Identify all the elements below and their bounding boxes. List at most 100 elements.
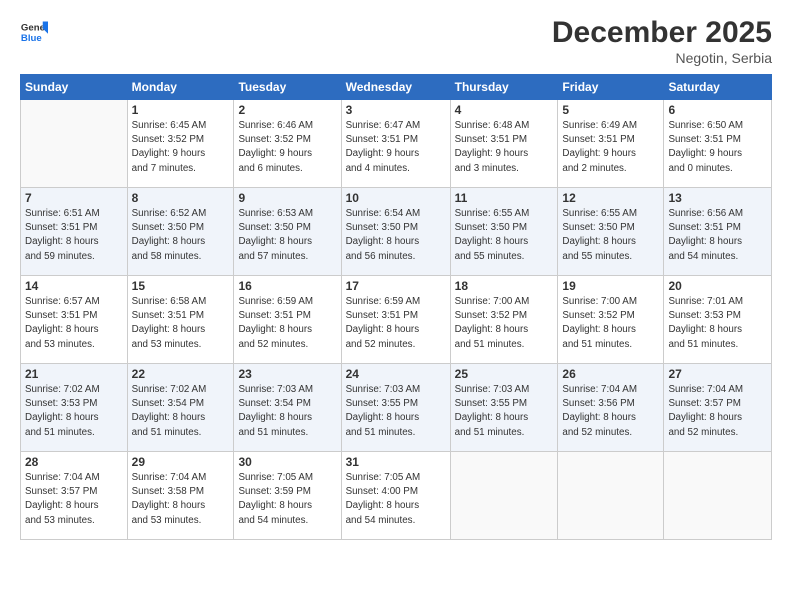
day-info: Sunrise: 6:55 AMSunset: 3:50 PMDaylight:… bbox=[455, 207, 554, 264]
table-row bbox=[558, 452, 664, 540]
day-info-line: and 0 minutes. bbox=[668, 163, 732, 174]
day-info-line: Daylight: 8 hours bbox=[562, 412, 636, 423]
day-info-line: Daylight: 9 hours bbox=[346, 148, 420, 159]
day-info-line: Sunrise: 7:03 AM bbox=[455, 384, 530, 395]
day-info-line: Sunrise: 7:04 AM bbox=[562, 384, 637, 395]
day-number: 5 bbox=[562, 103, 659, 117]
table-row: 21Sunrise: 7:02 AMSunset: 3:53 PMDayligh… bbox=[21, 364, 128, 452]
day-info-line: Sunset: 3:55 PM bbox=[455, 398, 527, 409]
table-row bbox=[21, 100, 128, 188]
calendar-week-row: 14Sunrise: 6:57 AMSunset: 3:51 PMDayligh… bbox=[21, 276, 772, 364]
day-info-line: Daylight: 9 hours bbox=[238, 148, 312, 159]
day-number: 26 bbox=[562, 367, 659, 381]
day-info-line: and 52 minutes. bbox=[346, 339, 416, 350]
table-row: 31 Sunrise: 7:05 AMSunset: 4:00 PMDayligh… bbox=[341, 452, 450, 540]
day-info: Sunrise: 6:45 AMSunset: 3:52 PMDaylight:… bbox=[132, 119, 230, 176]
day-info-line: Sunset: 3:54 PM bbox=[132, 398, 204, 409]
calendar-week-row: 28 Sunrise: 7:04 AMSunset: 3:57 PMDayligh… bbox=[21, 452, 772, 540]
table-row: 18Sunrise: 7:00 AMSunset: 3:52 PMDayligh… bbox=[450, 276, 558, 364]
day-info: Sunrise: 7:05 AMSunset: 4:00 PMDaylight:… bbox=[346, 471, 446, 528]
day-info-line: and 51 minutes. bbox=[455, 427, 525, 438]
table-row: 2Sunrise: 6:46 AMSunset: 3:52 PMDaylight… bbox=[234, 100, 341, 188]
day-info-line: Sunrise: 7:05 AM bbox=[346, 472, 421, 483]
day-info-line: Sunrise: 6:46 AM bbox=[238, 120, 313, 131]
day-info-line: and 52 minutes. bbox=[238, 339, 308, 350]
day-info: Sunrise: 7:01 AMSunset: 3:53 PMDaylight:… bbox=[668, 295, 767, 352]
day-info-line: and 3 minutes. bbox=[455, 163, 519, 174]
day-info: Sunrise: 7:04 AMSunset: 3:56 PMDaylight:… bbox=[562, 383, 659, 440]
day-info-line: Sunset: 3:53 PM bbox=[668, 310, 740, 321]
header-row: Sunday Monday Tuesday Wednesday Thursday… bbox=[21, 75, 772, 100]
day-info: Sunrise: 7:02 AMSunset: 3:54 PMDaylight:… bbox=[132, 383, 230, 440]
day-info-line: Sunrise: 6:50 AM bbox=[668, 120, 743, 131]
day-info: Sunrise: 6:50 AMSunset: 3:51 PMDaylight:… bbox=[668, 119, 767, 176]
day-info-line: Daylight: 8 hours bbox=[25, 236, 99, 247]
day-info-line: Sunset: 3:51 PM bbox=[455, 134, 527, 145]
svg-text:Blue: Blue bbox=[21, 33, 42, 44]
day-info-line: and 52 minutes. bbox=[668, 427, 738, 438]
day-info-line: Sunset: 3:57 PM bbox=[668, 398, 740, 409]
table-row: 22Sunrise: 7:02 AMSunset: 3:54 PMDayligh… bbox=[127, 364, 234, 452]
day-number: 21 bbox=[25, 367, 123, 381]
table-row: 8Sunrise: 6:52 AMSunset: 3:50 PMDaylight… bbox=[127, 188, 234, 276]
logo-icon: General Blue bbox=[20, 18, 48, 46]
day-info-line: and 58 minutes. bbox=[132, 251, 202, 262]
day-info: Sunrise: 6:54 AMSunset: 3:50 PMDaylight:… bbox=[346, 207, 446, 264]
table-row: 16 Sunrise: 6:59 AMSunset: 3:51 PMDayligh… bbox=[234, 276, 341, 364]
day-info-line: Sunrise: 7:04 AM bbox=[132, 472, 207, 483]
table-row: 20 Sunrise: 7:01 AMSunset: 3:53 PMDayligh… bbox=[664, 276, 772, 364]
table-row: 1Sunrise: 6:45 AMSunset: 3:52 PMDaylight… bbox=[127, 100, 234, 188]
day-info: Sunrise: 7:00 AMSunset: 3:52 PMDaylight:… bbox=[562, 295, 659, 352]
day-info: Sunrise: 7:05 AMSunset: 3:59 PMDaylight:… bbox=[238, 471, 336, 528]
day-number: 31 bbox=[346, 455, 446, 469]
day-info-line: and 54 minutes. bbox=[346, 515, 416, 526]
day-info-line: Sunrise: 6:52 AM bbox=[132, 208, 207, 219]
day-info-line: Daylight: 9 hours bbox=[455, 148, 529, 159]
day-info-line: Sunrise: 6:49 AM bbox=[562, 120, 637, 131]
day-info-line: Sunrise: 6:53 AM bbox=[238, 208, 313, 219]
col-thursday: Thursday bbox=[450, 75, 558, 100]
day-number: 15 bbox=[132, 279, 230, 293]
day-info: Sunrise: 7:04 AMSunset: 3:57 PMDaylight:… bbox=[25, 471, 123, 528]
day-info-line: Daylight: 9 hours bbox=[562, 148, 636, 159]
day-info-line: Sunset: 3:51 PM bbox=[25, 310, 97, 321]
day-info-line: Sunrise: 6:56 AM bbox=[668, 208, 743, 219]
table-row: 9Sunrise: 6:53 AMSunset: 3:50 PMDaylight… bbox=[234, 188, 341, 276]
day-info-line: Sunset: 3:50 PM bbox=[346, 222, 418, 233]
day-info-line: Sunset: 3:52 PM bbox=[562, 310, 634, 321]
day-number: 16 bbox=[238, 279, 336, 293]
day-info-line: and 53 minutes. bbox=[25, 515, 95, 526]
table-row: 14Sunrise: 6:57 AMSunset: 3:51 PMDayligh… bbox=[21, 276, 128, 364]
day-number: 28 bbox=[25, 455, 123, 469]
day-info-line: Daylight: 8 hours bbox=[25, 412, 99, 423]
day-info-line: Daylight: 8 hours bbox=[238, 236, 312, 247]
day-info: Sunrise: 6:58 AMSunset: 3:51 PMDaylight:… bbox=[132, 295, 230, 352]
day-info-line: Daylight: 8 hours bbox=[238, 500, 312, 511]
day-info-line: Daylight: 8 hours bbox=[455, 236, 529, 247]
day-info: Sunrise: 7:03 AMSunset: 3:55 PMDaylight:… bbox=[346, 383, 446, 440]
day-info: Sunrise: 7:03 AMSunset: 3:54 PMDaylight:… bbox=[238, 383, 336, 440]
day-info-line: Sunrise: 7:03 AM bbox=[238, 384, 313, 395]
day-number: 20 bbox=[668, 279, 767, 293]
table-row: 24 Sunrise: 7:03 AMSunset: 3:55 PMDayligh… bbox=[341, 364, 450, 452]
day-info-line: Sunrise: 6:58 AM bbox=[132, 296, 207, 307]
day-number: 24 bbox=[346, 367, 446, 381]
table-row: 12Sunrise: 6:55 AMSunset: 3:50 PMDayligh… bbox=[558, 188, 664, 276]
day-info-line: and 51 minutes. bbox=[346, 427, 416, 438]
table-row: 13Sunrise: 6:56 AMSunset: 3:51 PMDayligh… bbox=[664, 188, 772, 276]
calendar-week-row: 21Sunrise: 7:02 AMSunset: 3:53 PMDayligh… bbox=[21, 364, 772, 452]
day-info-line: Sunset: 3:51 PM bbox=[238, 310, 310, 321]
day-number: 29 bbox=[132, 455, 230, 469]
day-info: Sunrise: 6:56 AMSunset: 3:51 PMDaylight:… bbox=[668, 207, 767, 264]
day-info: Sunrise: 6:46 AMSunset: 3:52 PMDaylight:… bbox=[238, 119, 336, 176]
day-info-line: Daylight: 8 hours bbox=[132, 324, 206, 335]
day-info-line: Sunset: 3:53 PM bbox=[25, 398, 97, 409]
day-info-line: Daylight: 9 hours bbox=[668, 148, 742, 159]
table-row bbox=[664, 452, 772, 540]
table-row: 3Sunrise: 6:47 AMSunset: 3:51 PMDaylight… bbox=[341, 100, 450, 188]
table-row: 26 Sunrise: 7:04 AMSunset: 3:56 PMDayligh… bbox=[558, 364, 664, 452]
day-number: 12 bbox=[562, 191, 659, 205]
day-info: Sunrise: 6:59 AMSunset: 3:51 PMDaylight:… bbox=[238, 295, 336, 352]
table-row: 27Sunrise: 7:04 AMSunset: 3:57 PMDayligh… bbox=[664, 364, 772, 452]
location: Negotin, Serbia bbox=[552, 50, 772, 66]
